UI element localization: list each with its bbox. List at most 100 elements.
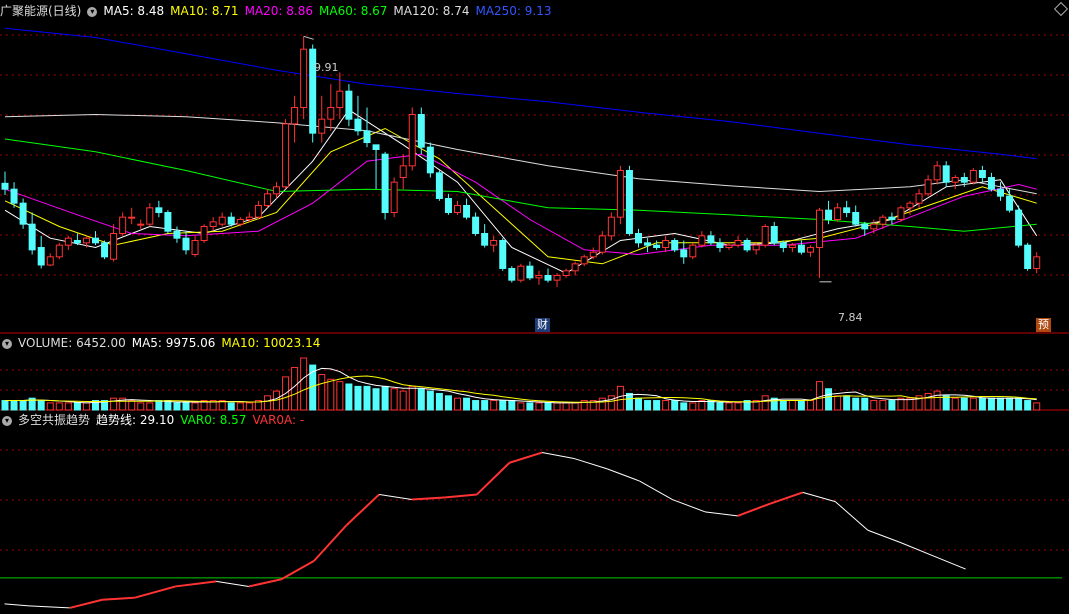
candle-body — [209, 221, 217, 227]
stock-title[interactable]: 广聚能源(日线) — [0, 4, 81, 18]
candle-body — [110, 233, 118, 260]
candle-body — [562, 270, 570, 277]
volume-bar — [417, 388, 425, 411]
volume-bar — [173, 402, 181, 411]
indicator-lines — [0, 451, 1062, 609]
volume-bar — [607, 395, 615, 411]
candle-body — [761, 226, 769, 246]
volume-bar — [399, 390, 407, 411]
candle-body — [381, 153, 389, 214]
candle-body — [816, 209, 823, 249]
volume-bar — [861, 397, 869, 411]
volume-bar — [490, 400, 498, 411]
candle-body — [861, 223, 869, 230]
candle-body — [580, 256, 588, 265]
volume-bar — [671, 400, 679, 411]
candle-body — [291, 107, 299, 125]
trend-line-segment — [834, 501, 869, 531]
candle-body — [978, 170, 986, 178]
ma20-label: MA20: 8.86 — [244, 4, 313, 18]
candle-body — [598, 235, 606, 253]
candle-body — [363, 130, 371, 143]
volume-bar — [834, 395, 842, 411]
candle-body — [19, 202, 27, 225]
forecast-badge[interactable]: 预 — [1036, 318, 1051, 332]
volume-bar — [544, 402, 552, 411]
volume-bar — [662, 400, 670, 411]
trend-line-segment — [444, 493, 478, 499]
volume-bar — [978, 397, 986, 411]
main-legend: 广聚能源(日线) ▾ MA5: 8.48 MA10: 8.71 MA20: 8.86 MA… — [0, 2, 558, 20]
high-price-label: 9.91 — [314, 61, 339, 74]
candle-body — [960, 177, 968, 183]
indicator-name[interactable]: 多空共振趋势 — [18, 413, 90, 427]
candle-body — [119, 216, 127, 235]
volume-bar — [155, 400, 163, 411]
candle-body — [616, 170, 624, 218]
candle-body — [345, 90, 353, 120]
chevron-down-icon[interactable]: ▾ — [2, 415, 12, 426]
candle-body — [942, 165, 950, 183]
trend-line-segment — [607, 468, 640, 482]
volume-bar — [879, 400, 887, 411]
volume-bar — [951, 397, 959, 411]
volume-bar — [616, 385, 624, 411]
candle-body — [128, 216, 136, 219]
volume-bar — [825, 388, 833, 411]
volume-bar — [680, 402, 688, 411]
chevron-down-icon[interactable]: ▾ — [87, 6, 98, 17]
trend-line-segment — [802, 491, 836, 503]
candle-body — [227, 216, 235, 225]
candle-body — [10, 188, 18, 204]
var0-label: VAR0: 8.57 — [180, 413, 247, 427]
candle-body — [797, 244, 805, 253]
candle-body — [1024, 244, 1032, 270]
trend-line-segment — [672, 499, 706, 513]
candle-body — [888, 216, 896, 221]
candle-body — [372, 144, 380, 150]
candle-body — [680, 249, 688, 258]
ma250-label: MA250: 9.13 — [475, 4, 552, 18]
trend-line-segment — [509, 451, 543, 464]
volume-bar — [363, 385, 371, 411]
ma120-line — [4, 113, 1037, 195]
candle-body — [544, 275, 552, 281]
volume-bar — [372, 388, 380, 411]
volume-bar — [444, 395, 452, 411]
candle-body — [752, 244, 760, 251]
candle-body — [327, 107, 335, 120]
trend-line-segment — [574, 458, 608, 470]
candle-body — [743, 240, 751, 251]
volume-bar — [191, 402, 199, 411]
chevron-down-icon[interactable]: ▾ — [2, 338, 12, 349]
trend-line-segment — [280, 560, 315, 581]
volume-bar — [535, 402, 543, 411]
candle-body — [336, 90, 344, 108]
volume-bar — [797, 400, 805, 411]
candle-body — [1015, 209, 1023, 246]
volume-bar — [725, 402, 733, 411]
volume-bar — [1, 400, 9, 411]
candle-body — [698, 235, 706, 246]
candle-body — [535, 275, 543, 279]
candle-body — [526, 265, 534, 279]
candle-body — [182, 237, 190, 251]
volume-bar — [562, 402, 570, 411]
volume-bar — [870, 400, 878, 411]
candle-body — [155, 207, 163, 213]
candle-body — [843, 207, 851, 213]
candle-body — [101, 242, 109, 258]
volume-bar — [598, 397, 606, 411]
volume-bar — [1024, 400, 1032, 411]
chart-canvas[interactable] — [0, 0, 1069, 614]
volume-bar — [653, 400, 661, 411]
candle-body — [879, 216, 887, 225]
volume-bar — [987, 397, 995, 411]
var0a-label: VAR0A: - — [252, 413, 305, 427]
candle-body — [915, 193, 923, 204]
financial-report-badge[interactable]: 财 — [535, 318, 550, 332]
trend-line-label: 趋势线: 29.10 — [96, 413, 175, 427]
volume-bar — [227, 402, 235, 411]
volume-bar — [526, 402, 534, 411]
ma120-label: MA120: 8.74 — [393, 4, 470, 18]
